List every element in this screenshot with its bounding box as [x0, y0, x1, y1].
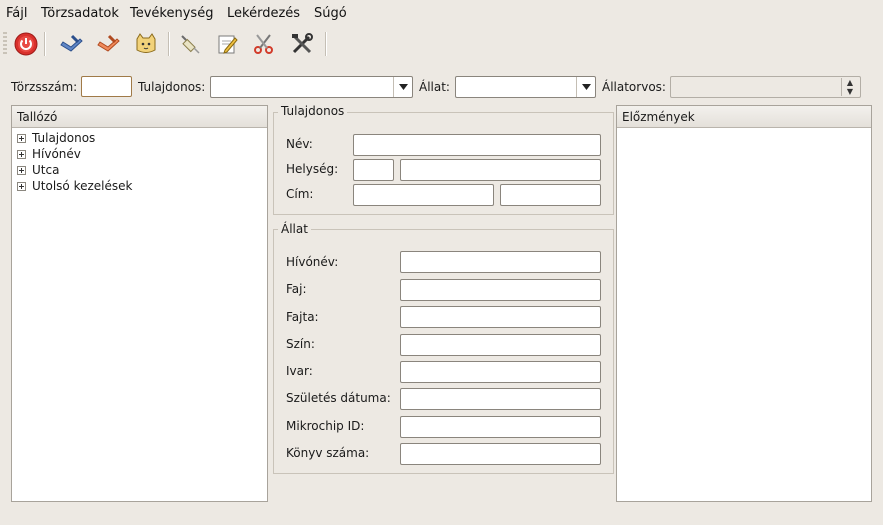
edit-record-button[interactable]	[213, 30, 241, 58]
cat-icon	[136, 33, 156, 53]
history-panel: Előzmények	[616, 105, 872, 502]
szin-input[interactable]	[400, 334, 601, 356]
allatorvos-label: Állatorvos:	[602, 80, 666, 94]
expand-icon[interactable]	[17, 149, 26, 159]
faj-label: Faj:	[286, 282, 307, 296]
nev-label: Név:	[286, 137, 313, 151]
menu-fajl[interactable]: Fájl	[6, 6, 27, 21]
tree-item-label: Hívónév	[32, 147, 81, 161]
allatorvos-select[interactable]: ▲ ▼	[670, 76, 861, 98]
toolbar-separator	[168, 32, 170, 56]
toolbar-separator	[44, 32, 46, 56]
cut-button[interactable]	[250, 30, 278, 58]
fajta-input[interactable]	[400, 306, 601, 328]
allat-label: Állat:	[419, 80, 450, 94]
expand-icon[interactable]	[17, 181, 26, 191]
szin-label: Szín:	[286, 337, 315, 351]
menu-tevekenyseg[interactable]: Tevékenység	[130, 6, 213, 21]
city-input[interactable]	[400, 159, 601, 181]
orange-check-icon	[97, 34, 120, 52]
menu-lekerdezes[interactable]: Lekérdezés	[227, 6, 300, 21]
konyv-szama-input[interactable]	[400, 443, 601, 465]
street-input[interactable]	[353, 184, 494, 206]
edit-document-icon	[218, 35, 238, 54]
browser-panel: Tallózó Tulajdonos Hívónév Utca Utolsó k…	[11, 105, 268, 502]
hivonev-input[interactable]	[400, 251, 601, 273]
toolbar-separator	[325, 32, 327, 56]
history-panel-header: Előzmények	[617, 106, 871, 128]
power-icon	[14, 32, 38, 56]
menu-sugo[interactable]: Súgó	[314, 6, 347, 21]
syringe-icon	[181, 35, 200, 54]
chevron-down-icon[interactable]	[576, 77, 595, 97]
toolbar-grip[interactable]	[3, 32, 7, 56]
mikrochip-input[interactable]	[400, 416, 601, 438]
menubar: Fájl Törzsadatok Tevékenység Lekérdezés …	[0, 0, 883, 26]
menu-torzsadatok[interactable]: Törzsadatok	[41, 6, 119, 21]
zip-input[interactable]	[353, 159, 394, 181]
house-number-input[interactable]	[500, 184, 601, 206]
settings-button[interactable]	[288, 30, 316, 58]
approve-orange-button[interactable]	[94, 30, 122, 58]
cim-label: Cím:	[286, 187, 314, 201]
torzsszam-input[interactable]	[81, 76, 132, 97]
faj-input[interactable]	[400, 279, 601, 301]
tree-item-label: Tulajdonos	[32, 131, 96, 145]
tulajdonos-combo[interactable]	[210, 76, 413, 98]
tree-item-label: Utca	[32, 163, 60, 177]
exit-button[interactable]	[12, 30, 40, 58]
tree-item-hivonev[interactable]: Hívónév	[17, 146, 81, 162]
approve-blue-button[interactable]	[57, 30, 85, 58]
mikrochip-label: Mikrochip ID:	[286, 419, 365, 433]
chevron-down-icon[interactable]	[393, 77, 412, 97]
ivar-label: Ivar:	[286, 364, 313, 378]
expand-icon[interactable]	[17, 133, 26, 143]
vaccination-button[interactable]	[176, 30, 204, 58]
animal-button[interactable]	[132, 30, 160, 58]
up-down-arrows-icon: ▲ ▼	[841, 78, 858, 96]
expand-icon[interactable]	[17, 165, 26, 175]
ivar-input[interactable]	[400, 361, 601, 383]
tree-item-utolso-kezelesek[interactable]: Utolsó kezelések	[17, 178, 132, 194]
toolbar	[0, 28, 883, 60]
tulajdonos-label: Tulajdonos:	[138, 80, 206, 94]
owner-frame-title: Tulajdonos	[278, 104, 348, 118]
szuletes-datuma-label: Születés dátuma:	[286, 391, 391, 405]
tree-item-label: Utolsó kezelések	[32, 179, 133, 193]
szuletes-datuma-input[interactable]	[400, 388, 601, 410]
allat-combo[interactable]	[455, 76, 596, 98]
browser-panel-header: Tallózó	[12, 106, 267, 128]
helyseg-label: Helység:	[286, 162, 339, 176]
tools-icon	[292, 33, 313, 54]
tree-item-utca[interactable]: Utca	[17, 162, 59, 178]
nev-input[interactable]	[353, 134, 601, 156]
torzsszam-label: Törzsszám:	[11, 80, 78, 94]
konyv-szama-label: Könyv száma:	[286, 446, 370, 460]
fajta-label: Fajta:	[286, 310, 319, 324]
animal-frame-title: Állat	[278, 222, 311, 236]
hivonev-label: Hívónév:	[286, 255, 339, 269]
tree-item-tulajdonos[interactable]: Tulajdonos	[17, 130, 95, 146]
blue-check-icon	[60, 34, 83, 52]
scissors-icon	[254, 34, 273, 54]
